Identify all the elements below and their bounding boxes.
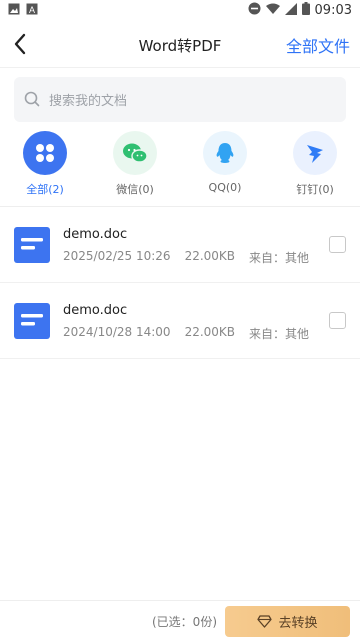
file-date: 2024/10/28 14:00 — [63, 325, 171, 339]
selected-count: (已选：0份) — [152, 615, 217, 629]
file-meta: 2024/10/28 14:00 22.00KB 来自：其他 — [63, 325, 309, 342]
status-bar: A 09:03 — [0, 0, 360, 20]
filter-all-label: 全部(2) — [26, 183, 64, 196]
filter-wechat[interactable]: 微信(0) — [100, 131, 170, 197]
wifi-icon — [265, 3, 280, 19]
diamond-icon — [257, 615, 273, 628]
convert-button[interactable]: 去转换 — [225, 606, 350, 637]
filter-qq-label: QQ(0) — [208, 181, 242, 194]
file-meta: 2025/02/25 10:26 22.00KB 来自：其他 — [63, 249, 309, 266]
file-size: 22.00KB — [184, 249, 236, 263]
dnd-icon — [248, 2, 261, 19]
status-time: 09:03 — [314, 3, 352, 18]
file-size: 22.00KB — [184, 325, 236, 339]
word-document-icon — [14, 303, 50, 339]
image-notification-icon — [8, 3, 20, 19]
file-row[interactable]: demo.doc 2025/02/25 10:26 22.00KB 来自：其他 — [0, 207, 360, 283]
filter-dingtalk-label: 钉钉(0) — [296, 183, 334, 196]
file-checkbox[interactable] — [329, 236, 346, 253]
wechat-icon — [113, 131, 157, 175]
search-icon — [24, 91, 40, 107]
search-placeholder: 搜索我的文档 — [49, 94, 128, 109]
text-notification-icon: A — [26, 3, 38, 19]
chevron-left-icon — [14, 33, 26, 55]
file-name: demo.doc — [63, 303, 128, 318]
qq-icon — [203, 131, 247, 175]
source-filter-bar: 全部(2) 微信(0) QQ(0) 钉钉(0) — [0, 131, 360, 201]
grid-icon — [23, 131, 67, 175]
filter-dingtalk[interactable]: 钉钉(0) — [280, 131, 350, 197]
file-source: 来自：其他 — [249, 327, 310, 341]
convert-label: 去转换 — [278, 616, 318, 631]
battery-icon — [301, 2, 310, 19]
signal-icon — [284, 2, 297, 19]
svg-text:A: A — [29, 5, 35, 15]
app-bar: Word转PDF 全部文件 — [0, 22, 360, 68]
bottom-action-bar: (已选：0份) 去转换 — [0, 600, 360, 640]
all-files-button[interactable]: 全部文件 — [286, 33, 350, 57]
file-checkbox[interactable] — [329, 312, 346, 329]
filter-wechat-label: 微信(0) — [116, 183, 154, 196]
word-document-icon — [14, 227, 50, 263]
file-date: 2025/02/25 10:26 — [63, 249, 171, 263]
file-source: 来自：其他 — [249, 251, 310, 265]
filter-all[interactable]: 全部(2) — [10, 131, 80, 197]
back-button[interactable] — [8, 30, 36, 58]
file-row[interactable]: demo.doc 2024/10/28 14:00 22.00KB 来自：其他 — [0, 283, 360, 359]
search-input[interactable]: 搜索我的文档 — [14, 77, 346, 122]
filter-qq[interactable]: QQ(0) — [190, 131, 260, 194]
dingtalk-icon — [293, 131, 337, 175]
file-name: demo.doc — [63, 227, 128, 242]
